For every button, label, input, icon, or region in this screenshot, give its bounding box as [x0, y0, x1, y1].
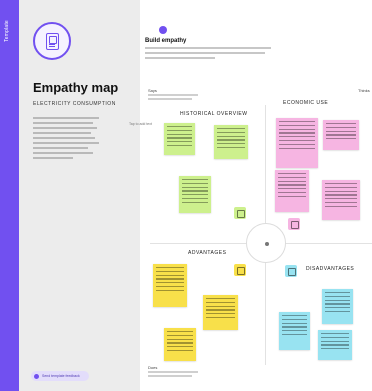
- corner-says-line: [148, 98, 192, 100]
- thumbs-icon: [234, 207, 246, 219]
- sticky-note[interactable]: [275, 170, 309, 212]
- corner-does-label: Does: [148, 365, 158, 370]
- heart-icon: [285, 265, 297, 277]
- speech-icon: [288, 218, 300, 230]
- side-note: Tap to add text: [129, 122, 152, 126]
- template-logo: [33, 22, 71, 60]
- corner-says-line: [148, 94, 198, 96]
- sticky-note[interactable]: [153, 264, 187, 307]
- send-feedback-button[interactable]: Send template feedback: [31, 371, 89, 381]
- template-title: Empathy map: [33, 80, 119, 95]
- persona-icon: [265, 242, 269, 246]
- corner-does-line: [148, 371, 198, 373]
- feedback-icon: [34, 373, 39, 379]
- center-persona[interactable]: [246, 223, 286, 263]
- template-tab-label: Template: [4, 20, 10, 42]
- document-icon: [46, 33, 59, 50]
- sticky-note[interactable]: [203, 295, 238, 330]
- sticky-note[interactable]: [322, 180, 360, 220]
- step-description: [145, 47, 275, 62]
- sticky-note[interactable]: [323, 120, 359, 150]
- corner-thinks-label: Thinks: [358, 88, 370, 93]
- corner-says-label: Says: [148, 88, 157, 93]
- sticky-note[interactable]: [179, 176, 211, 213]
- sticky-note[interactable]: [164, 328, 196, 361]
- quadrant-title-disadvantages: DISADVANTAGES: [306, 266, 355, 272]
- feedback-label: Send template feedback: [42, 374, 80, 378]
- step-title: Build empathy: [145, 38, 187, 44]
- template-info-panel: Empathy map ELECTRICITY CONSUMPTION Send…: [19, 0, 140, 391]
- hand-icon: [234, 264, 246, 276]
- template-description: [33, 117, 101, 162]
- corner-does-line: [148, 375, 192, 377]
- empathy-map-page: Template Empathy map ELECTRICITY CONSUMP…: [0, 0, 372, 391]
- quadrant-title-advantages: ADVANTAGES: [188, 250, 227, 256]
- sticky-note[interactable]: [318, 330, 352, 360]
- quadrant-title-economic: ECONOMIC USE: [283, 100, 329, 106]
- step-number-badge: [159, 26, 167, 34]
- sticky-note[interactable]: [164, 123, 195, 155]
- sticky-note[interactable]: [214, 125, 248, 159]
- sticky-note[interactable]: [322, 289, 353, 324]
- template-sidebar-tab[interactable]: Template: [0, 0, 19, 391]
- sticky-note[interactable]: [276, 118, 318, 168]
- template-subtitle: ELECTRICITY CONSUMPTION: [33, 101, 116, 107]
- sticky-note[interactable]: [279, 312, 310, 350]
- quadrant-title-historical: HISTORICAL OVERVIEW: [180, 111, 248, 117]
